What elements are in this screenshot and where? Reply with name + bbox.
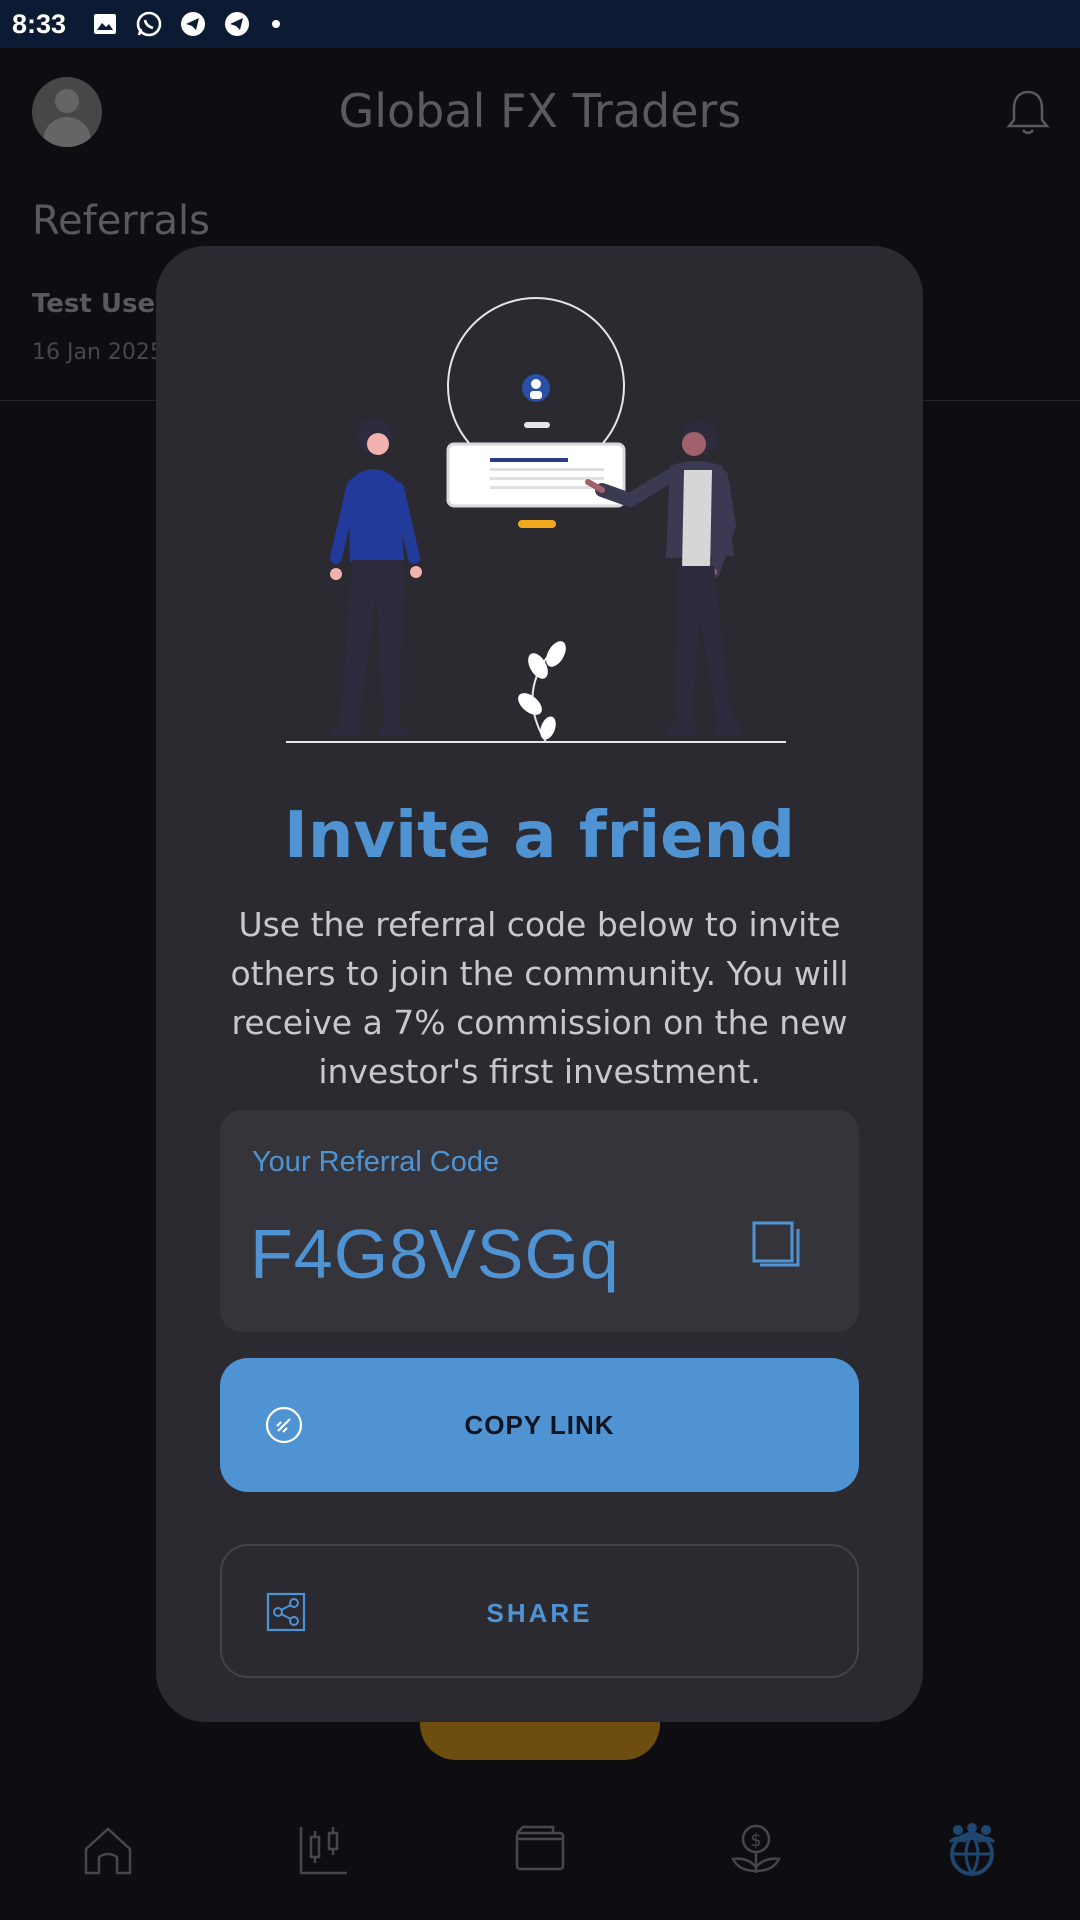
copy-link-button[interactable]: COPY LINK bbox=[220, 1358, 859, 1492]
referral-code-box: Your Referral Code F4G8VSGq bbox=[220, 1110, 859, 1332]
referral-code-label: Your Referral Code bbox=[252, 1146, 500, 1178]
image-icon bbox=[92, 11, 118, 37]
invite-modal: Invite a friend Use the referral code be… bbox=[156, 246, 923, 1722]
copy-link-label: COPY LINK bbox=[464, 1409, 615, 1440]
share-button[interactable]: SHARE bbox=[220, 1544, 859, 1678]
share-label: SHARE bbox=[486, 1598, 593, 1628]
status-bar: 8:33 bbox=[0, 0, 1080, 48]
telegram-icon bbox=[180, 11, 206, 37]
invite-illustration bbox=[286, 296, 796, 756]
status-time: 8:33 bbox=[12, 8, 67, 39]
dot-icon bbox=[272, 20, 281, 28]
invite-description: Use the referral code below to invite ot… bbox=[230, 905, 849, 1091]
invite-title: Invite a friend bbox=[284, 799, 795, 873]
referral-code-value[interactable]: F4G8VSGq bbox=[250, 1214, 620, 1294]
copy-icon[interactable] bbox=[751, 1220, 803, 1272]
telegram-icon bbox=[224, 11, 250, 37]
whatsapp-icon bbox=[136, 11, 162, 37]
